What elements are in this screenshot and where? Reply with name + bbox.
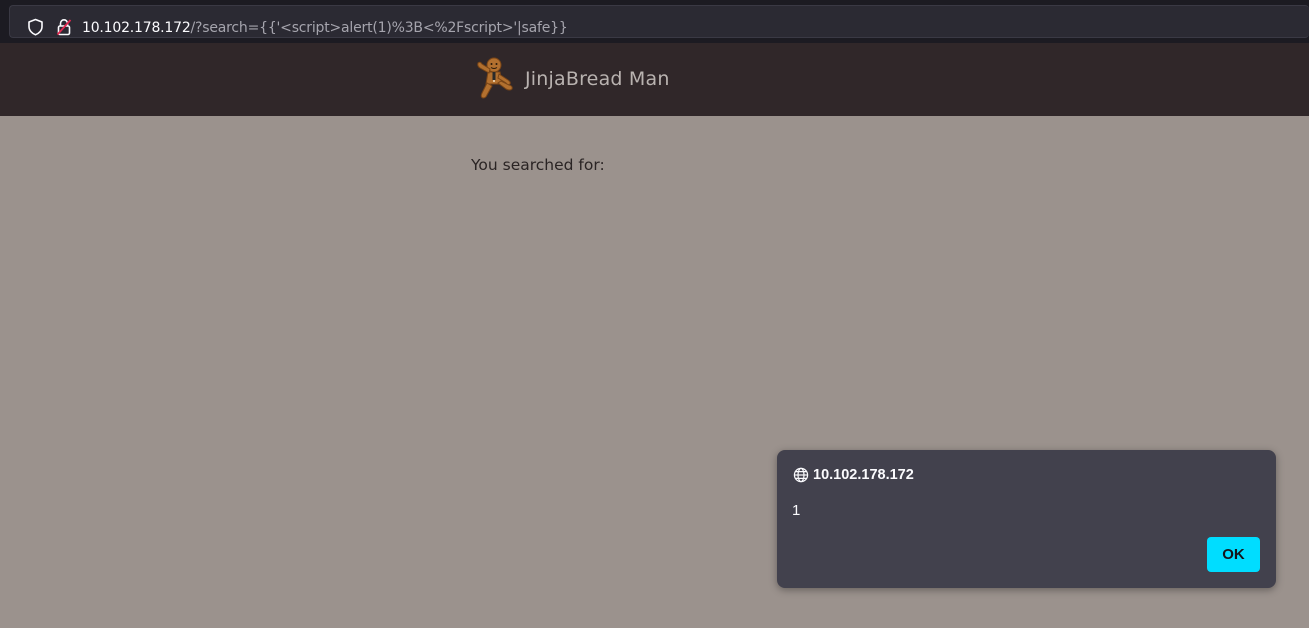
insecure-lock-icon[interactable] bbox=[56, 18, 72, 36]
dialog-message: 1 bbox=[792, 502, 801, 519]
browser-toolbar: 10.102.178.172/?search={{'<script>alert(… bbox=[0, 0, 1309, 43]
alert-dialog: 10.102.178.172 1 OK bbox=[777, 450, 1276, 588]
globe-icon bbox=[793, 467, 809, 483]
brand[interactable]: JinjaBread Man bbox=[474, 55, 670, 103]
dialog-origin: 10.102.178.172 bbox=[813, 467, 914, 483]
url-host: 10.102.178.172 bbox=[82, 20, 191, 36]
search-result-label: You searched for: bbox=[471, 156, 605, 174]
shield-icon[interactable] bbox=[27, 18, 44, 36]
site-header: JinjaBread Man bbox=[0, 43, 1309, 116]
dialog-header: 10.102.178.172 bbox=[793, 466, 914, 484]
ok-button[interactable]: OK bbox=[1207, 537, 1260, 572]
url-text[interactable]: 10.102.178.172/?search={{'<script>alert(… bbox=[82, 18, 568, 38]
url-path: /?search={{'<script>alert(1)%3B<%2Fscrip… bbox=[190, 20, 568, 36]
gingerbread-man-logo bbox=[477, 57, 513, 99]
brand-name: JinjaBread Man bbox=[525, 68, 670, 90]
address-bar[interactable]: 10.102.178.172/?search={{'<script>alert(… bbox=[9, 5, 1309, 38]
